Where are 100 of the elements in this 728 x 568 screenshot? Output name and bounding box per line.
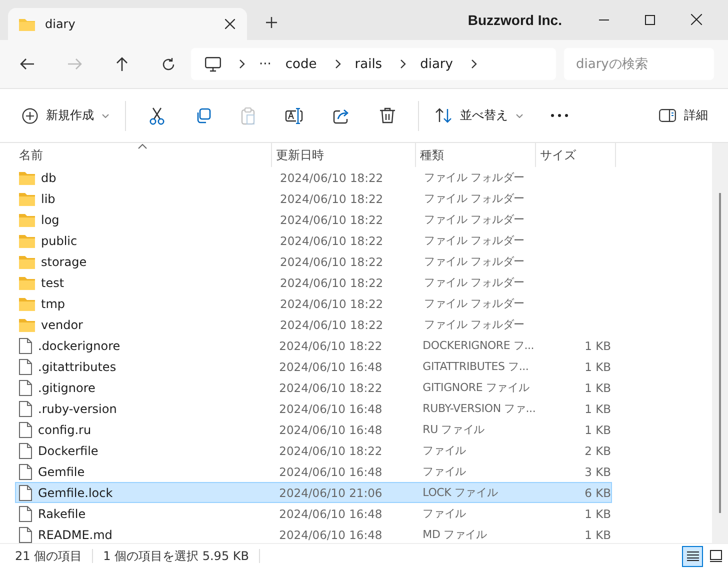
file-name: Rakefile [38, 506, 86, 520]
file-row[interactable]: Rakefile 2024/06/10 16:48 ファイル 1 KB [15, 503, 612, 524]
file-type: ファイル フォルダー [423, 317, 526, 332]
clipboard-icon [241, 106, 255, 124]
breadcrumb-overflow[interactable]: ··· [259, 56, 272, 72]
file-type: LOCK ファイル [422, 485, 499, 500]
selection-info: 1 個の項目を選択 5.95 KB [103, 548, 249, 564]
column-header[interactable]: 更新日時 [272, 143, 416, 167]
file-size: 1 KB [584, 402, 612, 416]
file-type: ファイル フォルダー [423, 170, 526, 185]
file-row[interactable]: README.md 2024/06/10 16:48 MD ファイル 1 KB [15, 524, 612, 545]
scrollbar[interactable] [712, 143, 728, 543]
plus-circle-icon [22, 108, 38, 124]
file-row[interactable]: vendor 2024/06/10 18:22 ファイル フォルダー [15, 314, 612, 335]
folder-icon [19, 318, 35, 332]
folder-icon [19, 254, 35, 268]
file-row[interactable]: config.ru 2024/06/10 16:48 RU ファイル 1 KB [15, 419, 612, 440]
file-size: 1 KB [584, 528, 612, 542]
computer-icon [205, 56, 221, 72]
file-icon [19, 400, 32, 416]
details-button[interactable]: 詳細 [651, 101, 716, 130]
new-tab-icon[interactable] [266, 17, 277, 28]
chevron-icon [334, 59, 341, 69]
folder-icon [19, 17, 35, 31]
file-row[interactable]: Gemfile.lock 2024/06/10 21:06 LOCK ファイル 6 KB [15, 482, 612, 503]
column-header[interactable]: サイズ [536, 143, 616, 167]
file-type: ファイル [422, 506, 467, 521]
close-icon[interactable] [225, 19, 235, 29]
details-view-button[interactable] [682, 546, 703, 566]
close-icon[interactable] [691, 14, 702, 25]
file-row[interactable]: tmp 2024/06/10 18:22 ファイル フォルダー [15, 293, 612, 314]
rename-icon [285, 108, 303, 124]
file-row[interactable]: Gemfile 2024/06/10 16:48 ファイル 3 KB [15, 461, 612, 482]
file-row[interactable]: test 2024/06/10 18:22 ファイル フォルダー [15, 272, 612, 293]
modified-date: 2024/06/10 18:22 [278, 338, 384, 352]
new-button[interactable]: 新規作成 [14, 101, 117, 130]
file-type: ファイル フォルダー [423, 233, 526, 248]
file-row[interactable]: .dockerignore 2024/06/10 18:22 DOCKERIGNORE フ... 1 KB [15, 335, 612, 356]
file-row[interactable]: .gitignore 2024/06/10 18:22 GITIGNORE ファイル 1 KB [15, 377, 612, 398]
file-type: ファイル フォルダー [423, 254, 526, 269]
file-row[interactable]: public 2024/06/10 18:22 ファイル フォルダー [15, 230, 612, 251]
search-field[interactable]: diaryの検索 [564, 48, 714, 80]
sort-icon [435, 108, 452, 123]
modified-date: 2024/06/10 16:48 [278, 422, 384, 436]
column-header[interactable]: 種類 [416, 143, 536, 167]
folder-tab[interactable]: diary [8, 8, 247, 40]
modified-date: 2024/06/10 18:22 [278, 444, 384, 458]
file-row[interactable]: .ruby-version 2024/06/10 16:48 RUBY-VERSION ファ... 1 KB [15, 398, 612, 419]
file-size: 1 KB [584, 422, 612, 436]
file-size: 1 KB [584, 380, 612, 394]
folder-icon [19, 296, 35, 310]
back-icon[interactable] [20, 58, 34, 70]
breadcrumb-item[interactable]: rails [354, 56, 382, 72]
file-type: GITATTRIBUTES フ... [422, 359, 530, 374]
file-name: Dockerfile [38, 444, 98, 458]
refresh-icon[interactable] [162, 58, 175, 70]
column-header[interactable]: 名前 [15, 143, 272, 167]
file-type: ファイル [422, 443, 467, 458]
window-title: Buzzword Inc. [468, 12, 562, 28]
file-row[interactable]: log 2024/06/10 18:22 ファイル フォルダー [15, 209, 612, 230]
folder-icon [19, 234, 35, 248]
file-row[interactable]: Dockerfile 2024/06/10 18:22 ファイル 2 KB [15, 440, 612, 461]
folder-icon [19, 170, 35, 184]
file-name: log [41, 212, 60, 226]
file-size: 1 KB [584, 338, 612, 352]
file-type: MD ファイル [422, 527, 488, 542]
file-name: README.md [38, 528, 112, 542]
file-name: .dockerignore [38, 338, 120, 352]
file-size: 1 KB [584, 506, 612, 520]
folder-icon [19, 212, 35, 226]
modified-date: 2024/06/10 16:48 [278, 506, 384, 520]
file-icon [19, 526, 32, 542]
file-type: ファイル フォルダー [423, 191, 526, 206]
file-row[interactable]: .gitattributes 2024/06/10 16:48 GITATTRIBUTES フ... 1 KB [15, 356, 612, 377]
file-type: RU ファイル [422, 422, 486, 437]
breadcrumb-item[interactable]: code [285, 56, 317, 72]
tab-label: diary [45, 17, 76, 31]
modified-date: 2024/06/10 21:06 [278, 486, 384, 500]
file-row[interactable]: lib 2024/06/10 18:22 ファイル フォルダー [15, 188, 612, 209]
sort-caret-icon [138, 144, 147, 149]
modified-date: 2024/06/10 18:22 [279, 296, 384, 310]
sort-button[interactable]: 並べ替え [427, 101, 531, 130]
chevron-icon [400, 59, 406, 69]
file-icon [19, 380, 32, 396]
file-icon [19, 358, 32, 374]
file-name: Gemfile [38, 464, 85, 478]
scissors-icon [149, 106, 165, 124]
file-icon [19, 422, 32, 438]
up-icon[interactable] [116, 57, 128, 71]
maximize-icon[interactable] [645, 15, 655, 25]
more-icon [551, 114, 568, 117]
list-icon [686, 551, 698, 561]
panel-icon [659, 109, 676, 122]
address-bar[interactable]: ··· code rails diary [191, 48, 556, 80]
file-row[interactable]: storage 2024/06/10 18:22 ファイル フォルダー [15, 251, 612, 272]
modified-date: 2024/06/10 18:22 [279, 212, 384, 226]
file-row[interactable]: db 2024/06/10 18:22 ファイル フォルダー [15, 167, 612, 188]
breadcrumb-item[interactable]: diary [420, 56, 453, 72]
modified-date: 2024/06/10 18:22 [279, 234, 384, 248]
file-type: GITIGNORE ファイル [422, 380, 530, 395]
